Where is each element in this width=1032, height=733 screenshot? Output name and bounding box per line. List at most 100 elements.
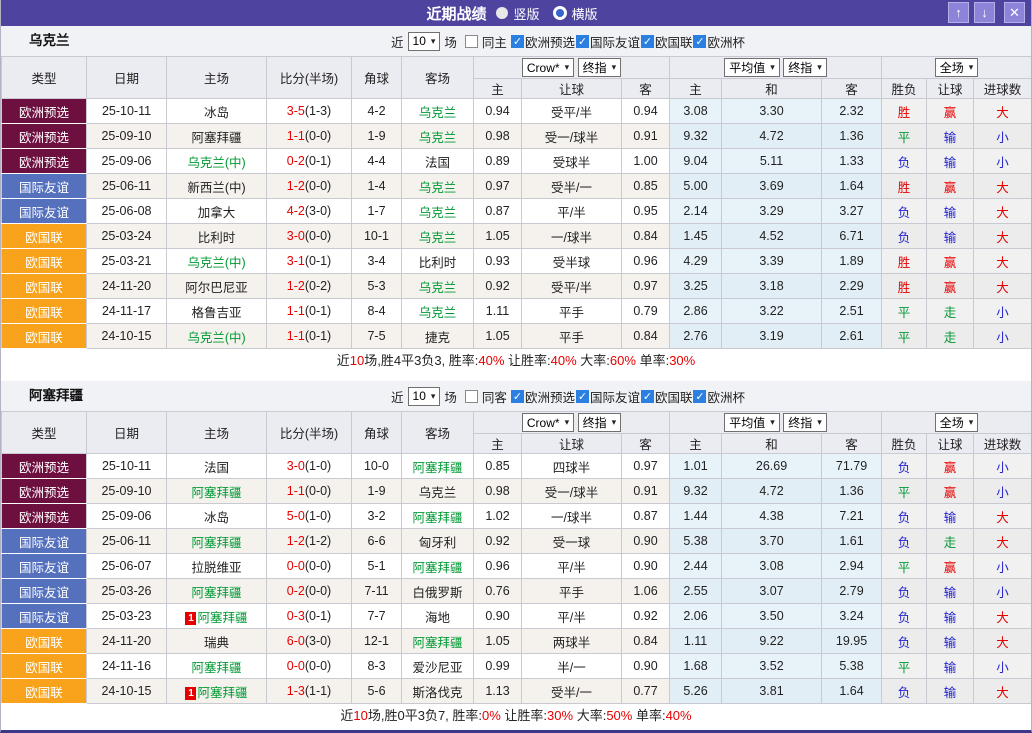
goals-result-value: 大: [996, 536, 1009, 550]
cell-avg-away: 1.36: [822, 124, 882, 149]
full-time-score: 3-0: [287, 459, 305, 473]
cell-result: 负: [882, 679, 927, 704]
competition-checkbox[interactable]: ✓: [641, 390, 654, 403]
away-team-name: 海地: [425, 611, 450, 625]
odds-company-select[interactable]: Crow*▾: [522, 58, 574, 77]
summary-segment: 60%: [610, 353, 636, 368]
full-time-score: 0-2: [287, 154, 305, 168]
competition-checkbox[interactable]: ✓: [576, 35, 589, 48]
dropdown-arrow-icon: ▾: [770, 417, 775, 428]
cell-competition: 国际友谊: [2, 529, 87, 554]
cell-avg-draw: 5.11: [722, 149, 822, 174]
competition-checkbox[interactable]: ✓: [641, 35, 654, 48]
average-select[interactable]: 平均值▾: [724, 58, 780, 77]
competition-checkbox[interactable]: ✓: [511, 35, 524, 48]
same-venue-checkbox[interactable]: [465, 390, 478, 403]
handicap-result-value: 赢: [944, 256, 957, 270]
away-team-name: 斯洛伐克: [412, 686, 462, 700]
scope-select[interactable]: 全场▾: [935, 413, 979, 432]
cell-home-team: 格鲁吉亚: [167, 299, 267, 324]
cell-avg-away: 2.51: [822, 299, 882, 324]
move-up-button[interactable]: ↑: [948, 2, 969, 23]
cell-competition: 欧洲预选: [2, 454, 87, 479]
cell-score: 1-1(0-0): [267, 479, 352, 504]
cell-competition: 欧国联: [2, 274, 87, 299]
close-button[interactable]: ✕: [1004, 2, 1025, 23]
competition-checkbox[interactable]: ✓: [576, 390, 589, 403]
cell-result: 胜: [882, 99, 927, 124]
average-stage-select[interactable]: 终指▾: [783, 58, 827, 77]
cell-avg-home: 9.32: [670, 479, 722, 504]
cell-avg-draw: 3.70: [722, 529, 822, 554]
cell-score: 3-0(0-0): [267, 224, 352, 249]
home-team-name: 新西兰(中): [187, 181, 245, 195]
recent-label: 近: [391, 32, 404, 51]
competition-checkbox[interactable]: ✓: [511, 390, 524, 403]
goals-result-value: 小: [996, 461, 1009, 475]
cell-avg-draw: 9.22: [722, 629, 822, 654]
cell-date: 25-06-07: [87, 554, 167, 579]
competition-checkbox[interactable]: ✓: [693, 390, 706, 403]
cell-avg-draw: 3.39: [722, 249, 822, 274]
cell-score: 1-3(1-1): [267, 679, 352, 704]
team-name: 乌克兰: [29, 26, 70, 56]
odds-company-select[interactable]: Crow*▾: [522, 413, 574, 432]
cell-handicap-result: 走: [927, 324, 974, 349]
half-time-score: (0-2): [305, 279, 331, 293]
summary-segment: 场,胜0平3负7, 胜率:: [368, 708, 482, 723]
result-value: 胜: [898, 256, 911, 270]
summary-line: 近10场,胜0平3负7, 胜率:0% 让胜率:30% 大率:50% 单率:40%: [1, 704, 1031, 728]
cell-competition: 欧国联: [2, 654, 87, 679]
filter-bar: 阿塞拜疆 近 10 ▾ 场 同客 ✓欧洲预选✓国际友谊✓欧国联✓欧洲杯: [1, 381, 1031, 411]
half-time-score: (1-2): [305, 534, 331, 548]
match-row: 欧国联25-03-24比利时3-0(0-0)10-1乌克兰1.05一/球半0.8…: [2, 224, 1032, 249]
match-count-select[interactable]: 10 ▾: [408, 387, 441, 406]
competition-checkbox[interactable]: ✓: [693, 35, 706, 48]
full-time-score: 5-0: [287, 509, 305, 523]
home-team-name: 阿尔巴尼亚: [185, 281, 248, 295]
cell-home-odds: 0.94: [474, 99, 522, 124]
cell-home-team: 新西兰(中): [167, 174, 267, 199]
cell-handicap: 受半球: [522, 249, 622, 274]
cell-avg-home: 5.26: [670, 679, 722, 704]
cell-home-team: 1阿塞拜疆: [167, 604, 267, 629]
average-group-header: 平均值▾ 终指▾: [670, 57, 882, 79]
horizontal-layout-radio[interactable]: [553, 6, 567, 20]
summary-segment: 40%: [478, 353, 504, 368]
away-team-name: 阿塞拜疆: [412, 511, 462, 525]
col-header-avg-home: 主: [670, 434, 722, 454]
cell-goals-result: 大: [974, 274, 1032, 299]
home-team-name: 阿塞拜疆: [191, 131, 241, 145]
odds-stage-select[interactable]: 终指▾: [578, 413, 622, 432]
average-stage-select[interactable]: 终指▾: [783, 413, 827, 432]
odds-stage-select[interactable]: 终指▾: [578, 58, 622, 77]
same-venue-checkbox[interactable]: [465, 35, 478, 48]
team-name: 阿塞拜疆: [29, 381, 83, 411]
cell-avg-home: 5.00: [670, 174, 722, 199]
cell-corners: 3-4: [352, 249, 402, 274]
summary-segment: 10: [353, 708, 367, 723]
summary-segment: 30%: [669, 353, 695, 368]
cell-avg-away: 2.61: [822, 324, 882, 349]
cell-handicap-result: 赢: [927, 274, 974, 299]
cell-away-team: 乌克兰: [402, 274, 474, 299]
result-value: 负: [898, 461, 911, 475]
competition-label: 国际友谊: [590, 387, 640, 406]
cell-away-odds: 0.90: [622, 529, 670, 554]
vertical-layout-radio[interactable]: [496, 7, 508, 19]
red-card-badge: 1: [185, 687, 196, 700]
away-team-name: 匈牙利: [419, 536, 457, 550]
cell-home-team: 比利时: [167, 224, 267, 249]
move-down-button[interactable]: ↓: [974, 2, 995, 23]
cell-away-team: 阿塞拜疆: [402, 454, 474, 479]
cell-competition: 欧洲预选: [2, 99, 87, 124]
scope-select[interactable]: 全场▾: [935, 58, 979, 77]
average-select[interactable]: 平均值▾: [724, 413, 780, 432]
half-time-score: (1-0): [305, 459, 331, 473]
col-header-handicap-result: 让球: [927, 79, 974, 99]
dropdown-arrow-icon: ▾: [969, 417, 974, 428]
competition-label: 欧国联: [655, 32, 693, 51]
goals-result-value: 小: [996, 586, 1009, 600]
cell-avg-away: 71.79: [822, 454, 882, 479]
match-count-select[interactable]: 10 ▾: [408, 32, 441, 51]
